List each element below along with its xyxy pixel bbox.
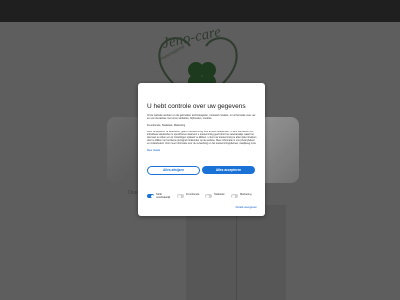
consent-purposes-line: Functionele, Statistiek, Marketing bbox=[147, 124, 186, 127]
toggle-switch[interactable] bbox=[177, 194, 184, 198]
toggle-switch[interactable] bbox=[147, 194, 154, 198]
accept-all-button[interactable]: Alles accepteren bbox=[202, 166, 255, 174]
more-details-link[interactable]: Meer details bbox=[147, 149, 160, 152]
consent-title: U hebt controle over uw gegevens bbox=[147, 103, 246, 110]
toggle-switch[interactable] bbox=[231, 194, 238, 198]
consent-toggles: Strikt noodzakelijk Functionele Statisti… bbox=[147, 193, 259, 203]
reject-all-button[interactable]: Alles afwijzen bbox=[147, 166, 200, 175]
consent-body: Door 'accepteren' te selecteren, geeft u… bbox=[147, 131, 257, 145]
top-bar bbox=[0, 0, 400, 22]
toggle-label: Functionele bbox=[186, 193, 200, 196]
toggle-label: Statistiek bbox=[214, 193, 225, 196]
toggle-switch[interactable] bbox=[205, 194, 212, 198]
toggle-label: Marketing bbox=[240, 193, 252, 196]
toggle-label: Strikt noodzakelijk bbox=[156, 193, 171, 199]
consent-intro: Onze website werken en de gebruiken tech… bbox=[147, 114, 256, 121]
cookie-consent-dialog: U hebt controle over uw gegevens Onze we… bbox=[138, 83, 265, 216]
show-details-link[interactable]: Details weergeven bbox=[236, 206, 257, 209]
